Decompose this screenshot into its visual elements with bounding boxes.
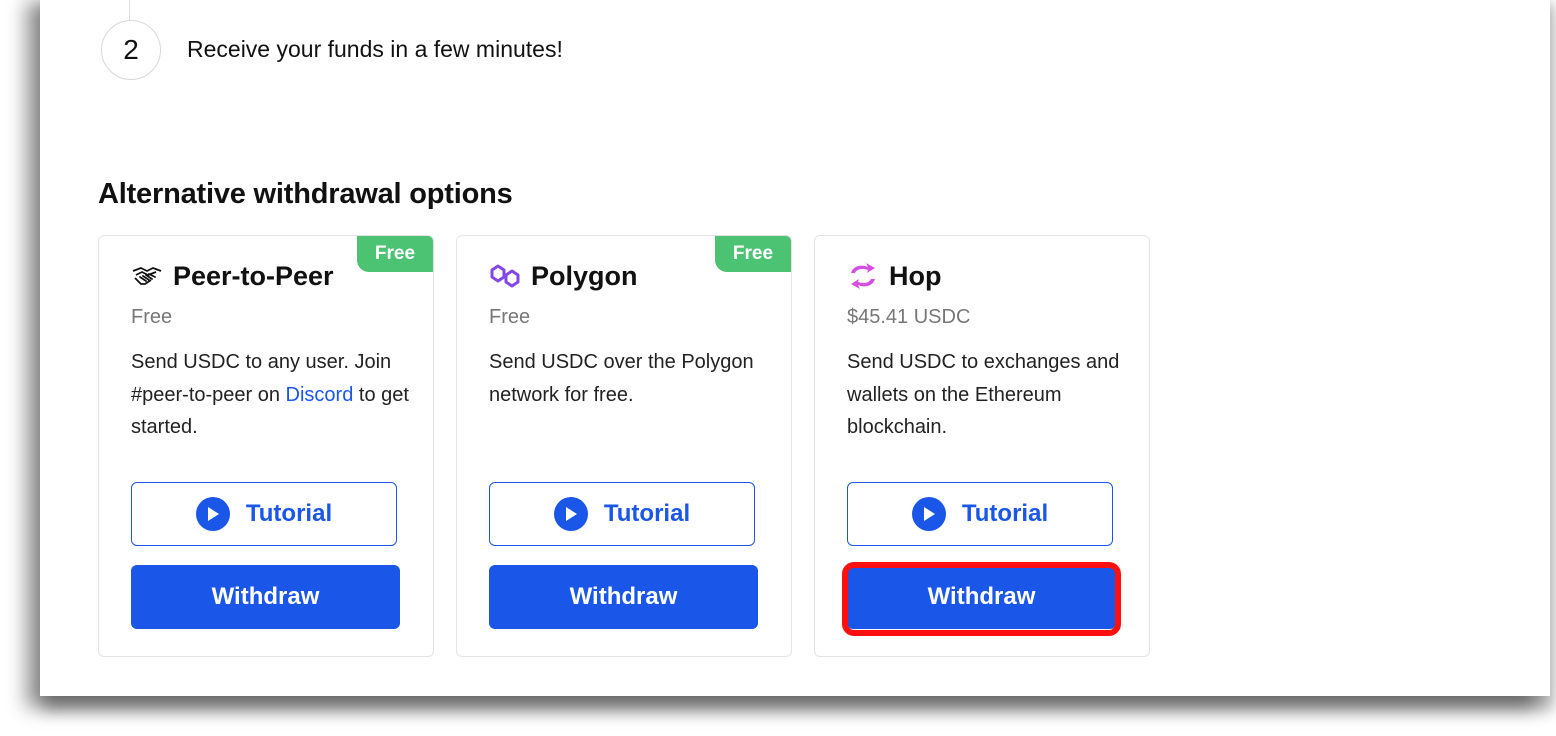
hop-icon [847, 260, 879, 292]
tutorial-label: Tutorial [961, 500, 1049, 527]
card-title: Peer-to-Peer [173, 260, 334, 291]
card-header: Peer-to-Peer [131, 260, 334, 292]
play-icon [911, 497, 946, 531]
withdraw-button[interactable]: Withdraw [131, 565, 400, 629]
tutorial-button[interactable]: Tutorial [847, 482, 1113, 546]
withdraw-button[interactable]: Withdraw [489, 565, 758, 629]
card-description: Send USDC over the Polygon network for f… [489, 351, 754, 406]
withdraw-label: Withdraw [569, 583, 678, 610]
tutorial-label: Tutorial [245, 500, 333, 527]
play-icon [553, 497, 588, 531]
card-header: Hop [847, 260, 941, 292]
card-title: Polygon [531, 260, 638, 291]
free-badge: Free [715, 236, 791, 272]
step-number-circle: 2 [101, 20, 161, 80]
card-price: $45.41 USDC [847, 306, 971, 328]
tutorial-button[interactable]: Tutorial [489, 482, 755, 546]
screenshot-stage: 2 Receive your funds in a few minutes! A… [0, 0, 1556, 736]
card-peer-to-peer: Free Peer-to-Peer Free Send USDC to any … [98, 235, 434, 657]
card-price: Free [489, 306, 531, 328]
handshake-icon [131, 260, 163, 292]
card-description: Send USDC to exchanges and wallets on th… [847, 351, 1120, 438]
card-description: Send USDC to any user. Join #peer-to-pee… [131, 346, 421, 444]
section-title: Alternative withdrawal options [98, 178, 513, 210]
free-badge: Free [357, 236, 433, 272]
withdraw-label: Withdraw [211, 583, 320, 610]
card-title: Hop [889, 260, 942, 291]
step-number: 2 [123, 34, 139, 65]
withdraw-label: Withdraw [927, 583, 1036, 610]
polygon-icon [489, 260, 521, 292]
discord-link[interactable]: Discord [286, 384, 354, 406]
card-hop: Hop $45.41 USDC Send USDC to exchanges a… [814, 235, 1150, 657]
tutorial-label: Tutorial [603, 500, 691, 527]
tutorial-button[interactable]: Tutorial [131, 482, 397, 546]
card-header: Polygon [489, 260, 638, 292]
card-price: Free [131, 306, 173, 328]
step-connector-line [129, 0, 130, 20]
step-text: Receive your funds in a few minutes! [187, 36, 563, 62]
withdraw-button[interactable]: Withdraw [847, 565, 1116, 629]
card-polygon: Free Polygon Free Send USDC over the Pol… [456, 235, 792, 657]
play-icon [195, 497, 230, 531]
